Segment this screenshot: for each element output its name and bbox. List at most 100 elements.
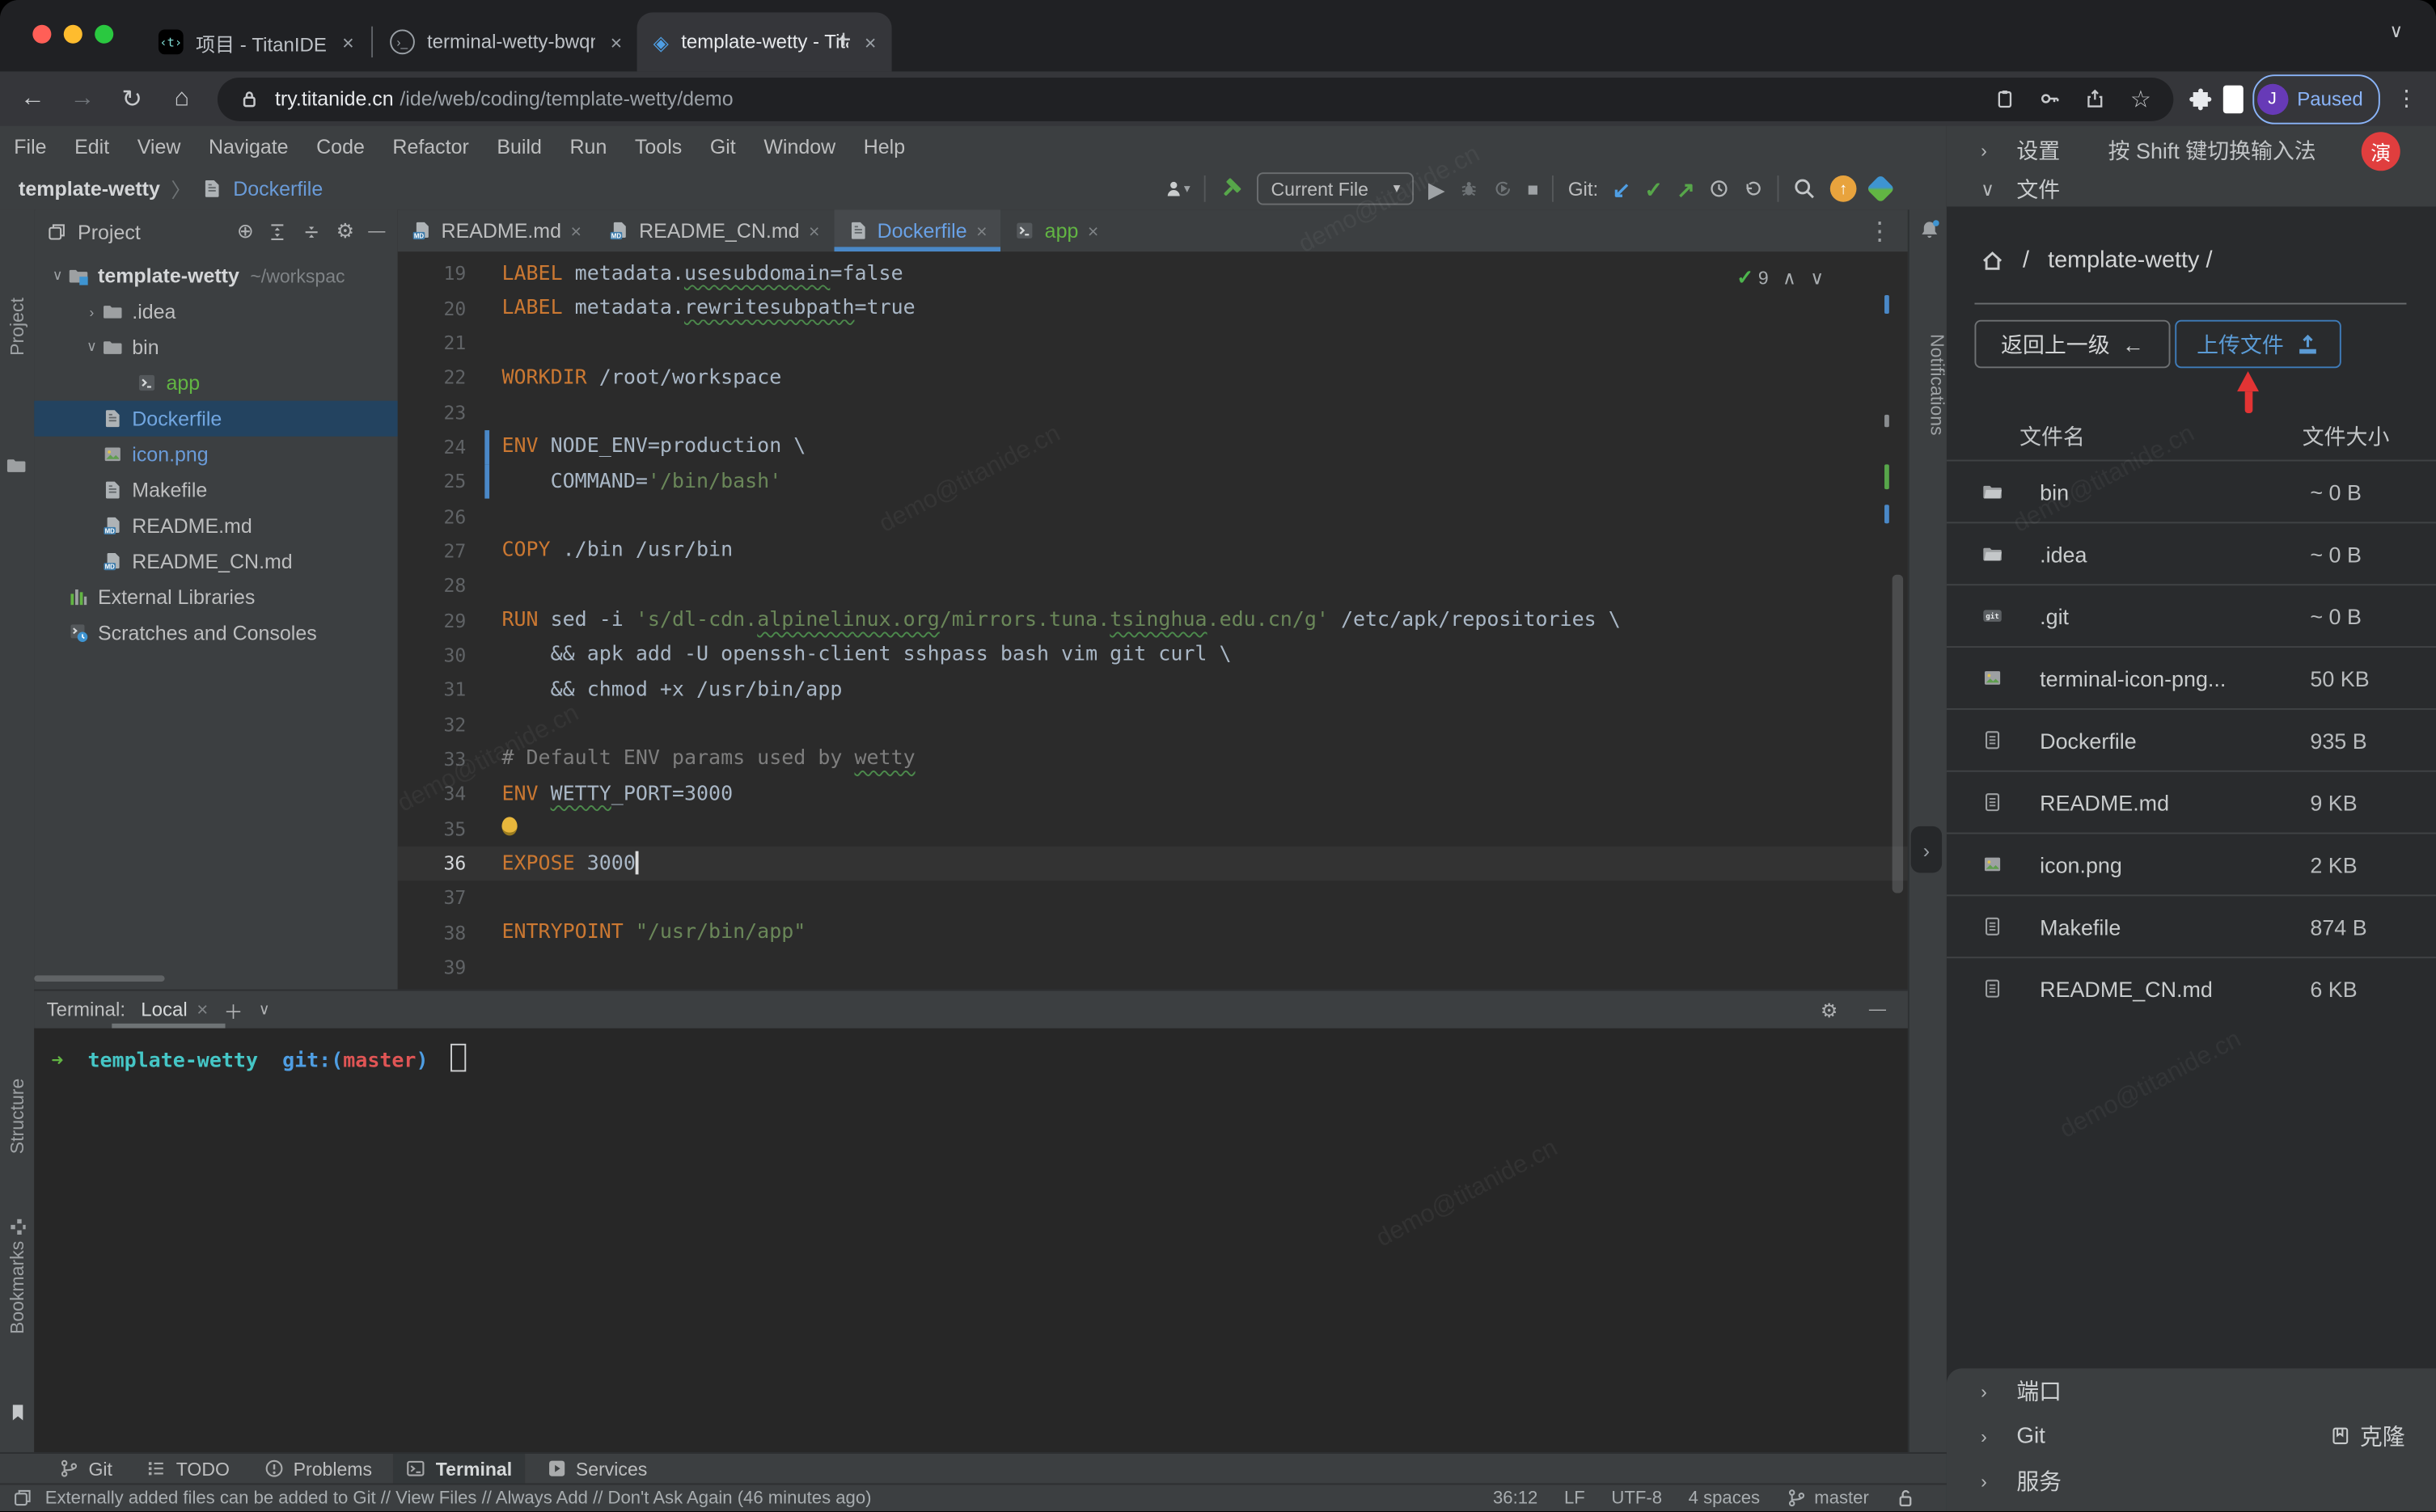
line-number[interactable]: 19 [398, 263, 467, 285]
home-button[interactable]: ⌂ [162, 78, 202, 119]
file-row-readme-cn-md[interactable]: README_CN.md 6 KB [1946, 957, 2436, 1019]
inspections-widget[interactable]: ✓ 9 ∧ ∨ [1736, 265, 1824, 290]
tree-item-template-wetty[interactable]: ∨ template-wetty ~/workspac [34, 258, 397, 294]
password-key-icon[interactable] [2040, 88, 2060, 108]
line-number[interactable]: 32 [398, 714, 467, 736]
files-section-row[interactable]: ∨ 文件 [1947, 169, 2436, 208]
git-commit-button[interactable]: ✓ [1644, 178, 1663, 200]
tree-item-scratches-and-consoles[interactable]: Scratches and Consoles [34, 615, 397, 651]
line-number[interactable]: 37 [398, 888, 467, 910]
browser-tab[interactable]: ›_ terminal-wetty-bwqryafz - Tita × [374, 12, 638, 71]
line-number[interactable]: 39 [398, 957, 467, 978]
tree-item-app[interactable]: app [34, 365, 397, 400]
run-button[interactable]: ▶ [1428, 178, 1445, 200]
file-row-readme-md[interactable]: README.md 9 KB [1946, 770, 2436, 833]
code-line-21[interactable]: 21 [398, 326, 1908, 361]
go-up-button[interactable]: 返回上一级 ← [1974, 319, 2171, 369]
chevron-icon[interactable]: ∨ [47, 267, 69, 284]
close-window-button[interactable] [32, 24, 52, 44]
history-icon[interactable] [1709, 179, 1729, 199]
line-number[interactable]: 36 [398, 853, 467, 875]
terminal-output[interactable]: ➜ template-wetty git:(master) [34, 1028, 1908, 1454]
git-update-button[interactable]: ↙ [1613, 178, 1631, 200]
terminal-more-icon[interactable]: ∨ [259, 1001, 270, 1018]
code-line-34[interactable]: 34 ENV WETTY_PORT=3000 [398, 777, 1908, 812]
menu-run[interactable]: Run [556, 126, 620, 168]
ide-gem-icon[interactable] [1866, 174, 1895, 204]
close-icon[interactable]: × [571, 220, 582, 242]
code-line-22[interactable]: 22 WORKDIR /root/workspace [398, 361, 1908, 395]
tool-strip-notifications[interactable]: Notifications [1909, 253, 1948, 517]
close-icon[interactable]: × [1088, 220, 1098, 242]
section-服务[interactable]: › 服务 [1947, 1459, 2436, 1504]
notifications-bell-icon[interactable] [1918, 219, 1939, 241]
file-row-makefile[interactable]: Makefile 874 B [1946, 894, 2436, 957]
editor-tab-readme-cn-md[interactable]: MD README_CN.md × [595, 209, 833, 251]
section-端口[interactable]: › 端口 [1947, 1368, 2436, 1413]
breadcrumb-path[interactable]: template-wetty / [2048, 247, 2212, 273]
build-button[interactable] [1220, 177, 1243, 201]
line-ending[interactable]: LF [1564, 1489, 1585, 1507]
tree-item-readme-md[interactable]: MD README.md [34, 508, 397, 543]
expand-panel-chevron[interactable]: › [1910, 826, 1943, 873]
line-number[interactable]: 34 [398, 783, 467, 805]
code-line-19[interactable]: 19 LABEL metadata.usesubdomain=false [398, 256, 1908, 291]
tree-item--idea[interactable]: › .idea [34, 294, 397, 329]
menu-git[interactable]: Git [696, 126, 751, 168]
file-row--idea[interactable]: .idea ~ 0 B [1946, 522, 2436, 584]
close-icon[interactable]: × [976, 220, 987, 242]
settings-gear-icon[interactable]: ⚙ [336, 219, 354, 244]
code-line-30[interactable]: 30 && apk add -U openssh-client sshpass … [398, 638, 1908, 673]
line-number[interactable]: 35 [398, 818, 467, 840]
clipboard-icon[interactable] [1995, 88, 2015, 108]
menu-edit[interactable]: Edit [61, 126, 124, 168]
minimize-window-button[interactable] [63, 24, 82, 44]
menu-window[interactable]: Window [750, 126, 849, 168]
line-number[interactable]: 28 [398, 575, 467, 597]
chevron-icon[interactable]: › [81, 304, 103, 319]
menu-code[interactable]: Code [302, 126, 379, 168]
code-line-32[interactable]: 32 [398, 707, 1908, 742]
indent-size[interactable]: 4 spaces [1689, 1489, 1760, 1507]
collapse-all-icon[interactable] [302, 222, 322, 242]
terminal-tab-local[interactable]: Local × [141, 999, 208, 1020]
prev-problem-icon[interactable]: ∧ [1783, 267, 1796, 289]
line-number[interactable]: 21 [398, 332, 467, 354]
close-icon[interactable]: × [865, 30, 877, 53]
code-line-26[interactable]: 26 [398, 499, 1908, 534]
hide-panel-icon[interactable]: — [368, 222, 385, 241]
menu-build[interactable]: Build [483, 126, 556, 168]
tree-item-makefile[interactable]: Makefile [34, 472, 397, 508]
locate-file-icon[interactable]: ⊕ [237, 219, 254, 244]
code-area[interactable]: 19 LABEL metadata.usesubdomain=false 20 LAB… [397, 256, 1908, 985]
upload-file-button[interactable]: 上传文件 [2175, 319, 2341, 369]
file-row-dockerfile[interactable]: Dockerfile 935 B [1946, 707, 2436, 771]
terminal-minimize-icon[interactable]: — [1869, 1000, 1886, 1019]
toolwindow-git[interactable]: Git [47, 1453, 125, 1484]
breadcrumb-project[interactable]: template-wetty [19, 177, 160, 201]
toolwindow-terminal[interactable]: Terminal [393, 1453, 525, 1485]
new-terminal-button[interactable]: ＋ [223, 995, 243, 1024]
tree-item-icon-png[interactable]: icon.png [34, 437, 397, 472]
menu-navigate[interactable]: Navigate [195, 126, 302, 168]
close-icon[interactable]: × [809, 220, 819, 242]
line-number[interactable]: 23 [398, 402, 467, 424]
line-number[interactable]: 25 [398, 471, 467, 492]
new-tab-button[interactable]: + [823, 20, 864, 61]
code-line-28[interactable]: 28 [398, 568, 1908, 603]
forward-button[interactable]: → [62, 78, 103, 119]
reload-button[interactable]: ↻ [112, 78, 152, 119]
toolwindow-todo[interactable]: TODO [134, 1453, 242, 1484]
line-number[interactable]: 29 [398, 610, 467, 631]
code-line-38[interactable]: 38 ENTRYPOINT "/usr/bin/app" [398, 915, 1908, 950]
update-available-icon[interactable]: ↑ [1829, 175, 1857, 202]
line-number[interactable]: 30 [398, 644, 467, 666]
git-branch-widget[interactable]: master [1787, 1488, 1869, 1508]
expand-all-icon[interactable] [268, 222, 288, 242]
git-push-button[interactable]: ↗ [1677, 178, 1695, 200]
tree-item-dockerfile[interactable]: Dockerfile [34, 400, 398, 437]
clone-button[interactable]: 克隆 [2330, 1420, 2405, 1452]
demo-badge[interactable]: 演 [2361, 132, 2400, 171]
bookmark-icon[interactable] [8, 1403, 28, 1423]
menu-help[interactable]: Help [849, 126, 919, 168]
